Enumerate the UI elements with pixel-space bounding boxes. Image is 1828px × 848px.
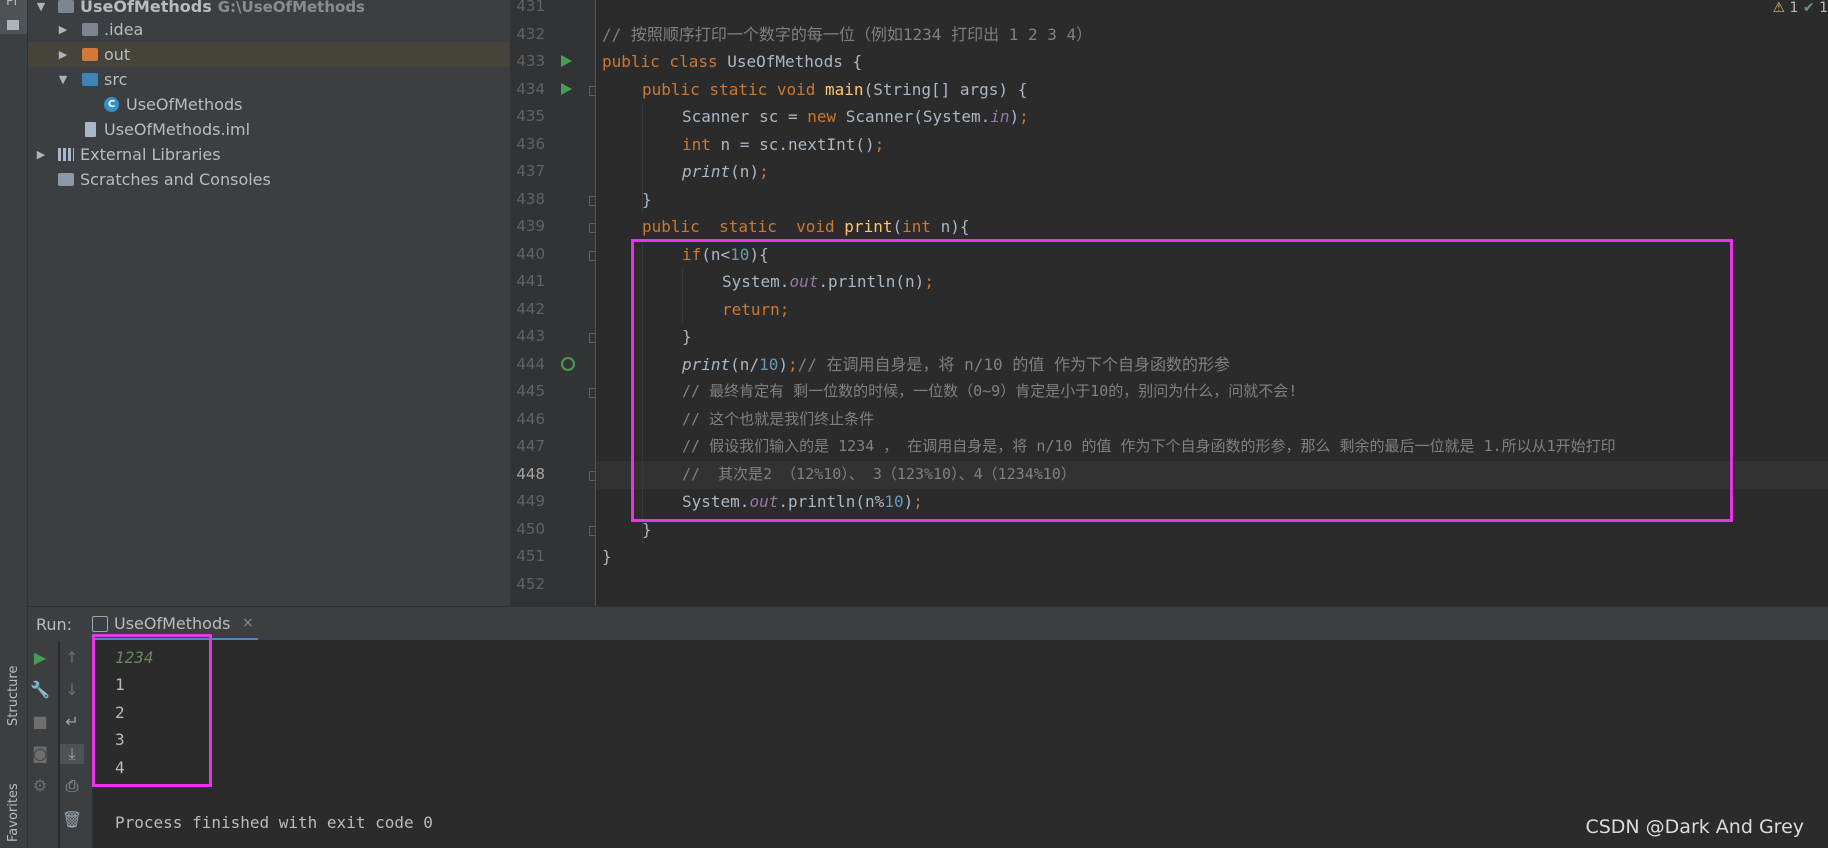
line-number: 436	[516, 135, 545, 153]
line-number: 439	[516, 217, 545, 235]
tree-item-label: Scratches and Consoles	[80, 170, 271, 189]
camera-icon[interactable]: ◙	[28, 744, 52, 763]
tree-item-label: src	[104, 70, 128, 89]
line-number: 446	[516, 410, 545, 428]
run-main-icon[interactable]	[561, 83, 572, 95]
left-tool-strip: Pr Structure Favorites	[0, 0, 28, 848]
run-toolbar-secondary: ↑ ↓ ↵ ⤓ ⎙ 🗑	[60, 640, 93, 848]
tree-item-external-libraries[interactable]: ▶ External Libraries	[28, 142, 510, 167]
line-number: 443	[516, 327, 545, 345]
line-number: 449	[516, 492, 545, 510]
arrow-up-icon[interactable]: ↑	[60, 648, 84, 667]
tree-item-class[interactable]: C UseOfMethods	[28, 92, 510, 117]
module-name: UseOfMethods	[80, 0, 212, 16]
code-line-433: public class UseOfMethods {	[602, 52, 863, 71]
line-number: 432	[516, 25, 545, 43]
line-number: 452	[516, 575, 545, 593]
warning-icon: ⚠	[1772, 0, 1786, 16]
chevron-down-icon[interactable]: ▼	[56, 67, 70, 92]
run-panel-title: Run:	[36, 615, 73, 634]
structure-tool-tab[interactable]: Structure	[6, 666, 21, 726]
iml-file-icon	[85, 122, 96, 137]
console-exit-message: Process finished with exit code 0	[115, 813, 433, 832]
project-tool-tab[interactable]: Pr	[0, 0, 27, 34]
watermark: CSDN @Dark And Grey	[1585, 816, 1804, 838]
run-tab-label: UseOfMethods	[114, 614, 231, 633]
code-line-436: int n = sc.nextInt();	[682, 135, 885, 154]
folder-icon	[82, 23, 98, 36]
tree-item-label: UseOfMethods	[126, 95, 243, 114]
scratches-icon	[58, 173, 74, 186]
line-number: 438	[516, 190, 545, 208]
tree-item-src[interactable]: ▼ src	[28, 67, 510, 92]
favorites-tool-tab[interactable]: Favorites	[6, 783, 21, 842]
line-number: 437	[516, 162, 545, 180]
line-number: 447	[516, 437, 545, 455]
line-number: 431	[516, 0, 545, 15]
tree-item-idea[interactable]: ▶ .idea	[28, 17, 510, 42]
trash-icon[interactable]: 🗑	[60, 810, 84, 829]
line-number: 435	[516, 107, 545, 125]
tree-item-label: out	[104, 45, 131, 64]
project-tree-panel: ▼ UseOfMethods G:\UseOfMethods ▶ .idea ▶ …	[28, 0, 511, 606]
line-number: 451	[516, 547, 545, 565]
libraries-icon	[58, 148, 74, 161]
line-number: 444	[516, 355, 545, 373]
line-number: 433	[516, 52, 545, 70]
chevron-right-icon[interactable]: ▶	[34, 142, 48, 167]
editor-gutter: 431 432 433 434 435 436 437 438 439 440 …	[511, 0, 599, 606]
code-line-435: Scanner sc = new Scanner(System.in);	[682, 107, 1029, 126]
rerun-icon[interactable]: ▶	[28, 648, 52, 667]
chevron-right-icon[interactable]: ▶	[56, 42, 70, 67]
tree-item-scratches[interactable]: Scratches and Consoles	[28, 167, 510, 192]
code-line-439: public static void print(int n){	[642, 217, 970, 236]
line-number: 442	[516, 300, 545, 318]
line-number: 450	[516, 520, 545, 538]
line-number: 434	[516, 80, 545, 98]
code-line-438: }	[642, 190, 652, 209]
tree-item-iml[interactable]: UseOfMethods.iml	[28, 117, 510, 142]
console-output[interactable]: 1234 1 2 3 4 Process finished with exit …	[93, 640, 1828, 848]
module-path: G:\UseOfMethods	[217, 0, 365, 16]
tree-item-label: .idea	[104, 20, 144, 39]
module-icon	[58, 0, 74, 13]
code-line-451: }	[602, 547, 612, 566]
java-class-icon: C	[104, 97, 119, 112]
wrench-icon[interactable]: 🔧	[28, 680, 52, 699]
project-tab-label: Pr	[6, 0, 19, 9]
inspection-status[interactable]: ⚠ 1 ✔ 1	[1773, 0, 1828, 16]
line-number: 445	[516, 382, 545, 400]
settings-icon[interactable]: ⚙	[28, 776, 52, 795]
code-line-434: public static void main(String[] args) {	[642, 80, 1028, 99]
line-number-current: 448	[516, 465, 545, 483]
folder-source-icon	[82, 73, 98, 86]
line-number: 441	[516, 272, 545, 290]
code-line-432: // 按照顺序打印一个数字的每一位（例如1234 打印出 1 2 3 4）	[602, 25, 1093, 44]
run-toolbar-primary: ▶ 🔧 ■ ◙ ⚙	[28, 640, 58, 848]
tree-item-label: UseOfMethods.iml	[104, 120, 251, 139]
arrow-down-icon[interactable]: ↓	[60, 680, 84, 699]
print-icon[interactable]: ⎙	[60, 776, 84, 796]
annotation-highlight-box	[92, 634, 212, 787]
stop-icon[interactable]: ■	[28, 712, 52, 731]
warning-count: 1	[1789, 0, 1799, 16]
scroll-to-end-icon[interactable]: ⤓	[60, 744, 84, 764]
tree-item-label: External Libraries	[80, 145, 221, 164]
code-line-437: print(n);	[682, 162, 769, 181]
folder-orange-icon	[82, 48, 98, 61]
line-number: 440	[516, 245, 545, 263]
tree-item-out[interactable]: ▶ out	[28, 42, 510, 67]
run-panel-header: Run: UseOfMethods ×	[28, 606, 1828, 641]
recursive-call-icon	[561, 357, 575, 371]
ok-count: 1	[1819, 0, 1828, 16]
soft-wrap-icon[interactable]: ↵	[60, 712, 84, 731]
check-icon: ✔	[1802, 0, 1815, 16]
close-icon[interactable]: ×	[242, 615, 254, 631]
folder-icon	[7, 20, 19, 30]
console-icon	[92, 616, 108, 632]
chevron-right-icon[interactable]: ▶	[56, 17, 70, 42]
annotation-highlight-box	[631, 239, 1733, 522]
run-class-icon[interactable]	[561, 55, 572, 67]
